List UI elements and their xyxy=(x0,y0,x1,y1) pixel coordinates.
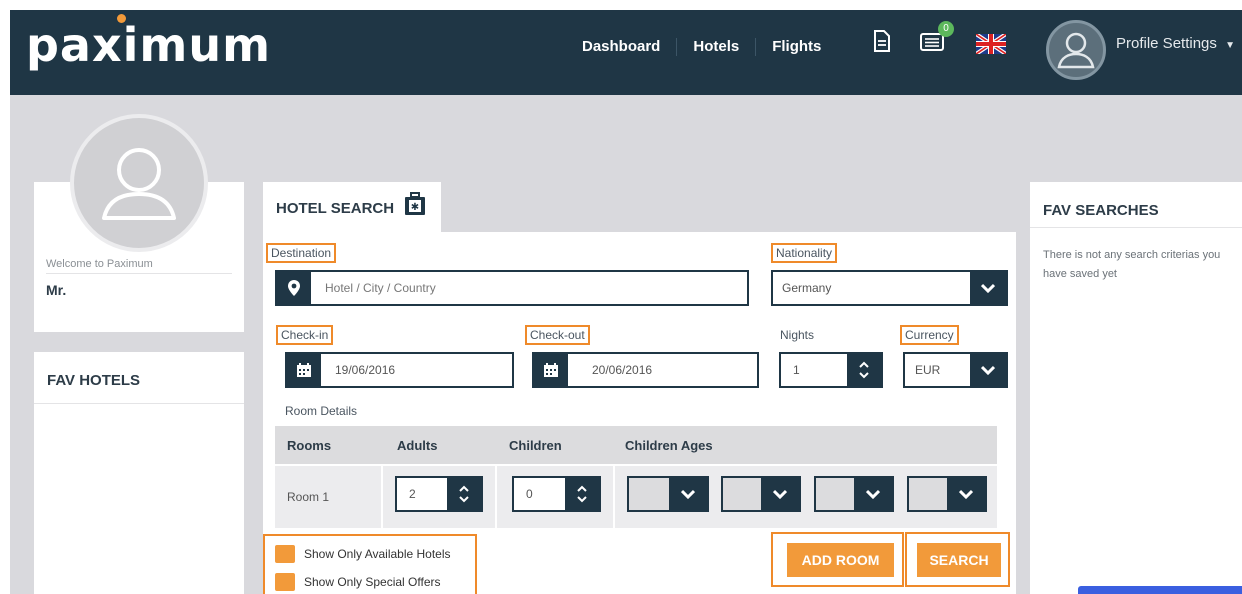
divider xyxy=(46,273,232,274)
available-hotels-checkbox[interactable]: Show Only Available Hotels xyxy=(275,545,451,563)
room-name: Room 1 xyxy=(287,490,330,504)
checkout-value: 20/06/2016 xyxy=(592,363,653,377)
fav-searches-empty-text: There is not any search criterias you ha… xyxy=(1043,249,1221,280)
room-table: Rooms Adults Children Children Ages Room… xyxy=(275,426,997,528)
nights-label: Nights xyxy=(780,328,815,342)
child-age-select-3[interactable] xyxy=(814,476,894,512)
checkin-value: 19/06/2016 xyxy=(335,363,396,377)
chevron-down-icon xyxy=(970,272,1006,304)
header-children-ages: Children Ages xyxy=(625,437,713,453)
fav-searches-card: FAV SEARCHES There is not any search cri… xyxy=(1030,182,1242,594)
checkout-label: Check-out xyxy=(525,325,590,345)
fav-hotels-title: FAV HOTELS xyxy=(47,372,141,389)
available-hotels-label: Show Only Available Hotels xyxy=(304,547,451,561)
column-divider xyxy=(381,466,383,528)
app-window: paximum Dashboard Hotels Flights 0 Profi… xyxy=(10,10,1242,594)
chevron-down-icon xyxy=(947,478,985,510)
top-navbar: paximum Dashboard Hotels Flights 0 Profi… xyxy=(10,10,1242,95)
special-offers-label: Show Only Special Offers xyxy=(304,575,441,589)
profile-settings-label: Profile Settings xyxy=(1116,35,1217,52)
hotel-search-tab[interactable]: HOTEL SEARCH ✱ xyxy=(263,182,441,234)
currency-select[interactable]: EUR xyxy=(903,352,1008,388)
fav-hotels-card: FAV HOTELS xyxy=(34,352,244,594)
main-nav: Dashboard Hotels Flights xyxy=(566,38,837,56)
column-divider xyxy=(495,466,497,528)
search-button[interactable]: SEARCH xyxy=(917,543,1001,577)
notification-badge: 0 xyxy=(938,21,954,37)
nights-stepper[interactable]: 1 xyxy=(779,352,883,388)
nav-hotels[interactable]: Hotels xyxy=(677,38,757,56)
divider xyxy=(1030,227,1242,228)
chevron-down-icon xyxy=(970,354,1006,386)
header-children: Children xyxy=(509,437,562,453)
adults-stepper[interactable]: 2 xyxy=(395,476,483,512)
currency-label: Currency xyxy=(900,325,959,345)
nationality-label: Nationality xyxy=(771,243,838,263)
user-name: Mr. xyxy=(46,282,67,298)
nationality-select[interactable]: Germany xyxy=(771,270,1008,306)
profile-settings-menu[interactable]: Profile Settings ▼ xyxy=(1116,35,1235,52)
nav-flights[interactable]: Flights xyxy=(756,38,837,56)
divider xyxy=(34,403,244,404)
chat-tab-bar[interactable] xyxy=(1078,586,1242,594)
destination-label: Destination xyxy=(266,243,337,263)
stepper-arrows[interactable] xyxy=(847,354,881,386)
paximum-logo[interactable]: paximum xyxy=(26,18,271,72)
column-divider xyxy=(613,466,615,528)
destination-field[interactable]: Hotel / City / Country xyxy=(275,270,749,306)
user-silhouette-icon xyxy=(102,148,176,220)
hotel-search-title: HOTEL SEARCH xyxy=(276,200,395,217)
logo-dot xyxy=(117,14,126,23)
fav-searches-title: FAV SEARCHES xyxy=(1043,202,1159,219)
calendar-icon xyxy=(287,354,321,386)
profile-avatar[interactable] xyxy=(1046,20,1106,80)
add-room-button[interactable]: ADD ROOM xyxy=(787,543,894,577)
checkin-field[interactable]: 19/06/2016 xyxy=(285,352,514,388)
header-rooms: Rooms xyxy=(287,437,332,453)
document-icon[interactable] xyxy=(873,30,891,52)
destination-placeholder: Hotel / City / Country xyxy=(325,281,436,295)
header-adults: Adults xyxy=(397,437,438,453)
children-stepper[interactable]: 0 xyxy=(512,476,601,512)
svg-text:✱: ✱ xyxy=(411,202,419,213)
welcome-text: Welcome to Paximum xyxy=(46,258,153,270)
chevron-down-icon xyxy=(761,478,799,510)
checkbox-icon xyxy=(275,573,295,591)
children-value: 0 xyxy=(526,487,533,501)
chevron-down-icon xyxy=(854,478,892,510)
uk-flag-icon[interactable] xyxy=(976,34,1006,54)
up-down-chevron-icon xyxy=(459,485,469,503)
checkin-label: Check-in xyxy=(276,325,334,345)
room-details-label: Room Details xyxy=(285,404,358,418)
up-down-chevron-icon xyxy=(859,361,869,379)
user-avatar[interactable] xyxy=(70,114,208,252)
child-age-select-1[interactable] xyxy=(627,476,709,512)
table-row: Room 1 2 0 xyxy=(275,466,997,528)
stepper-arrows[interactable] xyxy=(565,478,599,510)
child-age-select-4[interactable] xyxy=(907,476,987,512)
hotel-search-form: Destination Hotel / City / Country Natio… xyxy=(263,232,1016,594)
suitcase-icon: ✱ xyxy=(405,192,425,215)
calendar-icon xyxy=(534,354,568,386)
location-pin-icon xyxy=(277,272,311,304)
adults-value: 2 xyxy=(409,487,416,501)
child-age-select-2[interactable] xyxy=(721,476,801,512)
stepper-arrows[interactable] xyxy=(447,478,481,510)
user-silhouette-icon xyxy=(1057,32,1095,69)
checkout-field[interactable]: 20/06/2016 xyxy=(532,352,759,388)
chevron-down-icon xyxy=(669,478,707,510)
up-down-chevron-icon xyxy=(577,485,587,503)
caret-down-icon: ▼ xyxy=(1225,40,1235,51)
currency-value: EUR xyxy=(915,363,941,377)
room-table-header: Rooms Adults Children Children Ages xyxy=(275,426,997,464)
nav-dashboard[interactable]: Dashboard xyxy=(566,38,678,56)
nationality-value: Germany xyxy=(782,281,832,295)
nights-value: 1 xyxy=(793,363,800,377)
special-offers-checkbox[interactable]: Show Only Special Offers xyxy=(275,573,441,591)
checkbox-icon xyxy=(275,545,295,563)
